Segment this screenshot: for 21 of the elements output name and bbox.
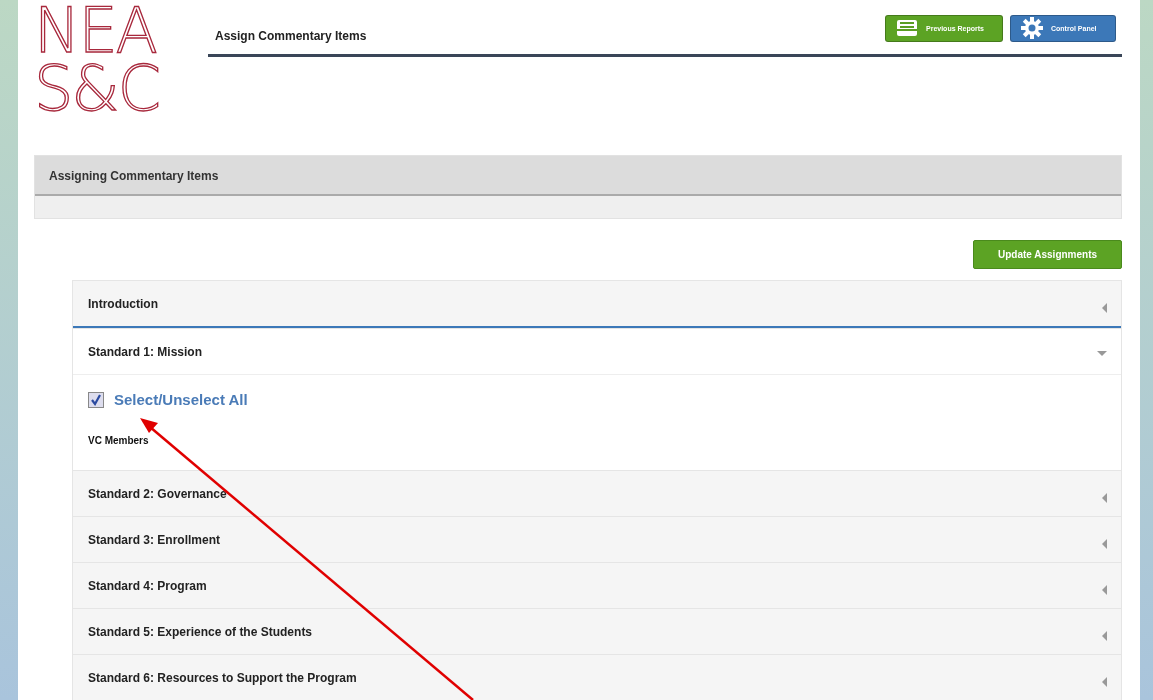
caret-left-icon	[1102, 492, 1107, 503]
select-all-label[interactable]: Select/Unselect All	[114, 391, 248, 408]
logo: NEA S&C	[34, 0, 160, 127]
page-title: Assign Commentary Items	[215, 28, 367, 43]
accordion-header[interactable]: Standard 3: Enrollment	[73, 516, 1121, 562]
caret-left-icon	[1102, 676, 1107, 687]
accordion-header[interactable]: Standard 4: Program	[73, 562, 1121, 608]
tray-icon	[896, 19, 918, 37]
accordion-header[interactable]: Standard 5: Experience of the Students	[73, 608, 1121, 654]
accordion-header[interactable]: Standard 6: Resources to Support the Program	[73, 654, 1121, 700]
group-label: VC Members	[88, 435, 150, 446]
caret-left-icon	[1102, 630, 1107, 641]
caret-left-icon	[1102, 538, 1107, 549]
checkbox[interactable]	[88, 391, 104, 408]
accordion-header[interactable]: Standard 2: Governance	[73, 470, 1121, 516]
settings-icon	[1021, 17, 1043, 39]
accordion-header[interactable]: Introduction	[73, 281, 1121, 328]
caret-down-icon	[1097, 351, 1107, 356]
caret-left-icon	[1102, 302, 1107, 313]
panel-title: Assigning Commentary Items	[35, 156, 1121, 196]
caret-left-icon	[1102, 584, 1107, 595]
